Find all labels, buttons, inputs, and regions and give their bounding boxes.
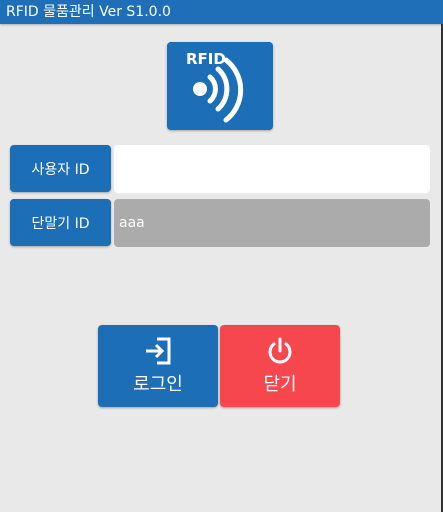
power-icon [268, 337, 292, 364]
user-id-label-text: 사용자 ID [31, 161, 90, 178]
device-id-label-text: 단말기 ID [31, 215, 90, 232]
login-label: 로그인 [133, 374, 183, 395]
login-button[interactable]: 로그인 [98, 325, 218, 407]
rfid-icon: RFID [186, 50, 244, 123]
rfid-logo: RFID [167, 42, 273, 130]
title-bar: RFID 물품관리 Ver S1.0.0 [0, 0, 443, 24]
user-id-label: 사용자 ID [10, 145, 111, 192]
logo-text: RFID [186, 50, 226, 68]
app-title: RFID 물품관리 Ver S1.0.0 [6, 4, 171, 20]
close-button[interactable]: 닫기 [220, 325, 340, 407]
device-id-label: 단말기 ID [10, 199, 111, 246]
user-id-input[interactable] [114, 145, 430, 193]
close-label: 닫기 [263, 374, 297, 395]
login-icon [146, 337, 171, 365]
device-id-input[interactable] [114, 199, 430, 247]
